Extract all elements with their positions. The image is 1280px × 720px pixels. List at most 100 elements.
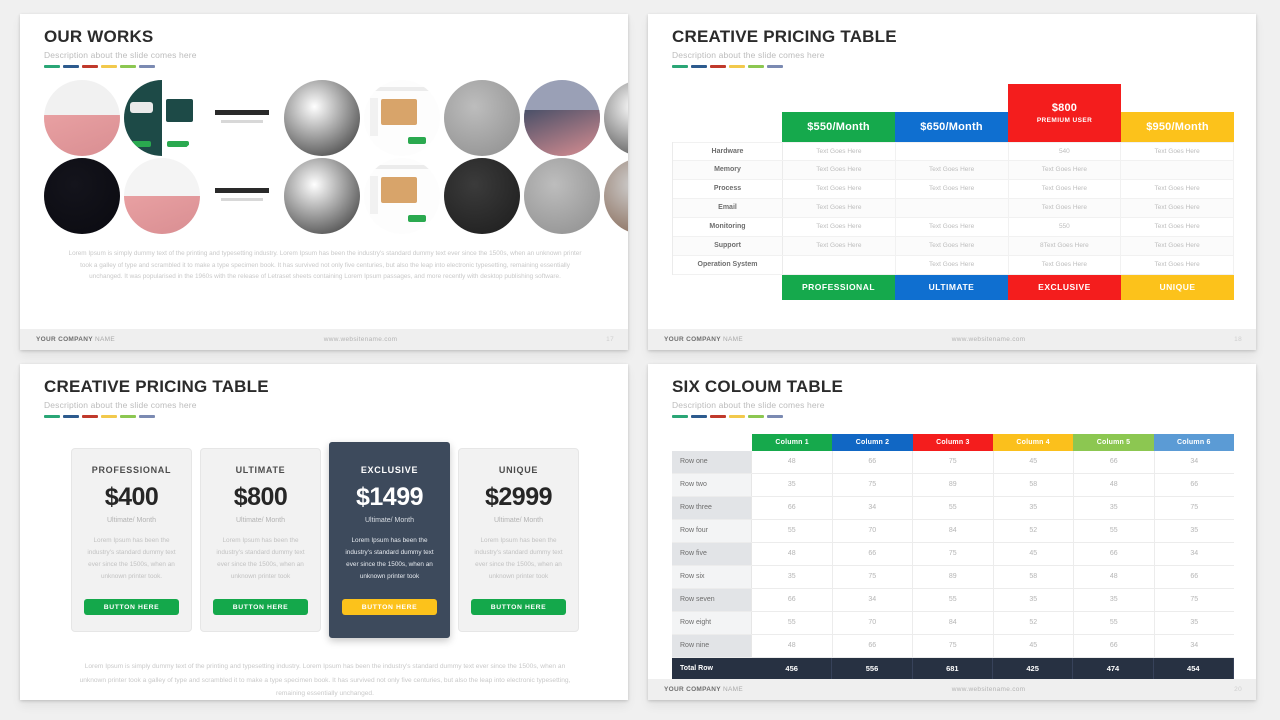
six-table-cell-3: 75 (913, 450, 994, 473)
thumb-businessman-arms[interactable] (604, 79, 628, 156)
six-table-header-row: Column 1 Column 2 Column 3 Column 4 Column 5… (672, 433, 1234, 451)
six-table-column-header-1[interactable]: Column 1 (752, 433, 833, 451)
pricing-card-button[interactable]: BUTTON HERE (84, 599, 179, 616)
six-table-cell-4: 35 (994, 588, 1074, 611)
pricing-feature-value-4: Text Goes Here (1121, 179, 1234, 198)
six-table-cell-6: 35 (1190, 527, 1199, 535)
pricing-card-period: Ultimate/ Month (106, 516, 157, 524)
pricing-feature-value-3: Text Goes Here (1009, 198, 1122, 217)
six-table-cell-2: 70 (833, 519, 913, 542)
page-title: OUR WORKS (44, 27, 154, 46)
slide-our-works[interactable]: OUR WORKS Description about the slide co… (20, 14, 628, 350)
pricing-card-exclusive[interactable]: EXCLUSIVE $1499 Ultimate/ Month Lorem Ipsum… (329, 441, 450, 639)
thumb-shoe-ui[interactable] (124, 79, 200, 156)
pricing-card-price: $2999 (484, 482, 553, 511)
six-table-cell-3: 55 (913, 588, 994, 611)
six-table-row-label: Row four (672, 519, 752, 542)
six-table-cell-2: 66 (833, 450, 913, 473)
six-table-cell-6: 34 (1190, 550, 1199, 558)
six-table-row-label: Row nine (672, 634, 752, 657)
six-table-cell-4: 45 (994, 542, 1074, 565)
thumb-laptop-person-2[interactable] (524, 157, 600, 234)
pricing-plan-footer-1[interactable]: PROFESSIONAL (782, 274, 895, 300)
pricing-card-button[interactable]: BUTTON HERE (342, 599, 437, 616)
footer-company: YOUR COMPANY NAME (664, 686, 743, 693)
thumb-city-skyline[interactable] (524, 79, 600, 156)
pricing-card-ultimate[interactable]: ULTIMATE $800 Ultimate/ Month Lorem Ipsum h… (200, 447, 321, 633)
six-table-cell-6: 66 (1190, 481, 1199, 489)
pricing-card-professional[interactable]: PROFESSIONAL $400 Ultimate/ Month Lorem Ips… (71, 447, 192, 633)
footer-company: YOUR COMPANY NAME (664, 336, 743, 343)
pricing-plan-footer-3[interactable]: EXCLUSIVE (1008, 274, 1121, 300)
thumb-pink-desk-2[interactable] (124, 157, 200, 234)
accent-bar-row (44, 414, 606, 418)
pricing-plan-price: $550/Month (807, 120, 870, 133)
thumb-year-text-2[interactable] (204, 157, 280, 234)
six-table-cell-3: 75 (913, 542, 994, 565)
six-table-column-header-5[interactable]: Column 5 (1073, 433, 1154, 451)
six-table-column-header-4[interactable]: Column 4 (992, 433, 1074, 451)
six-table-total-row: Total Row 456 556 681 425 474 454 (672, 657, 1234, 679)
thumb-dancer-dark[interactable] (284, 79, 360, 156)
thumb-laptop-person[interactable] (444, 79, 520, 156)
six-table-column-header-6[interactable]: Column 6 (1153, 433, 1234, 451)
thumb-silhouette[interactable] (444, 157, 520, 234)
six-table-cell-5: 66 (1074, 634, 1155, 657)
pricing-card-description: Lorem Ipsum has been the industry's stan… (474, 536, 563, 581)
pricing-card-description: Lorem Ipsum has been the industry's stan… (216, 536, 305, 581)
pricing-card-button[interactable]: BUTTON HERE (213, 599, 308, 616)
thumb-dancer-dark-2[interactable] (284, 157, 360, 234)
pricing-plan-price: $800 (1051, 101, 1078, 114)
pricing-plan-header-2[interactable]: $650/Month (895, 111, 1008, 142)
slide-six-column-table[interactable]: SIX COLOUM TABLE Description about the s… (648, 364, 1256, 700)
accent-bar-2 (691, 414, 707, 418)
pricing-card-button[interactable]: BUTTON HERE (471, 599, 566, 616)
thumb-app-mockup-2[interactable] (364, 157, 440, 234)
accent-bar-6 (139, 64, 155, 68)
pricing-feature-value-1: Text Goes Here (783, 179, 896, 198)
slide-footer: YOUR COMPANY NAME www.websitename.com 17 (20, 329, 628, 350)
six-table-total-value-3: 681 (913, 657, 993, 679)
page-title: SIX COLOUM TABLE (672, 377, 843, 396)
pricing-plan-header-4[interactable]: $950/Month (1121, 111, 1234, 142)
accent-bar-1 (672, 414, 688, 418)
slide-header: OUR WORKS Description about the slide co… (44, 27, 606, 68)
thumb-dark-hands[interactable] (44, 157, 120, 234)
six-table-total-value-4: 425 (993, 657, 1074, 679)
pricing-card-unique[interactable]: UNIQUE $2999 Ultimate/ Month Lorem Ipsum ha… (458, 447, 579, 633)
six-table-column-header-3[interactable]: Column 3 (912, 433, 993, 451)
pricing-card-description: Lorem Ipsum has been the industry's stan… (345, 536, 434, 581)
slide-creative-pricing-table[interactable]: CREATIVE PRICING TABLE Description about… (648, 14, 1256, 350)
thumb-app-mockup[interactable] (364, 79, 440, 156)
pricing-feature-value-2: Text Goes Here (896, 217, 1009, 236)
pricing-feature-value-4: Text Goes Here (1121, 217, 1234, 236)
six-table-column-header-2[interactable]: Column 2 (832, 433, 913, 451)
pricing-card-plan: UNIQUE (498, 464, 539, 475)
page-subtitle: Description about the slide comes here (672, 399, 825, 410)
thumb-pink-desk[interactable] (44, 79, 120, 156)
pricing-feature-value-3: 8Text Goes Here (1009, 236, 1122, 255)
accent-bar-5 (120, 64, 136, 68)
pricing-feature-value-3: 550 (1009, 217, 1122, 236)
six-table-cell-5: 35 (1074, 588, 1155, 611)
accent-bar-1 (672, 64, 688, 68)
slide-creative-pricing-cards[interactable]: CREATIVE PRICING TABLE Description about… (20, 364, 628, 700)
pricing-feature-value-1: Text Goes Here (783, 198, 896, 217)
pricing-plan-footer-4[interactable]: UNIQUE (1121, 274, 1234, 300)
page-subtitle: Description about the slide comes here (44, 49, 197, 60)
pricing-feature-label: Monitoring (673, 217, 783, 236)
thumb-smiling-man[interactable] (604, 157, 628, 234)
pricing-plan-header-3[interactable]: $800 PREMIUM USER (1008, 83, 1121, 142)
pricing-plan-header-1[interactable]: $550/Month (782, 111, 895, 142)
pricing-plan-footer-2[interactable]: ULTIMATE (895, 274, 1008, 300)
page-subtitle: Description about the slide comes here (44, 399, 197, 410)
thumb-year-text[interactable] (204, 79, 280, 156)
pricing-feature-value-2: Text Goes Here (896, 179, 1009, 198)
accent-bar-6 (139, 414, 155, 418)
pricing-feature-label: Operation System (673, 255, 783, 274)
six-table-row-label: Row five (672, 542, 752, 565)
footer-company-light: NAME (92, 336, 116, 343)
six-table-cell-3: 75 (913, 634, 994, 657)
accent-bar-5 (120, 414, 136, 418)
accent-bar-row (672, 414, 1234, 418)
